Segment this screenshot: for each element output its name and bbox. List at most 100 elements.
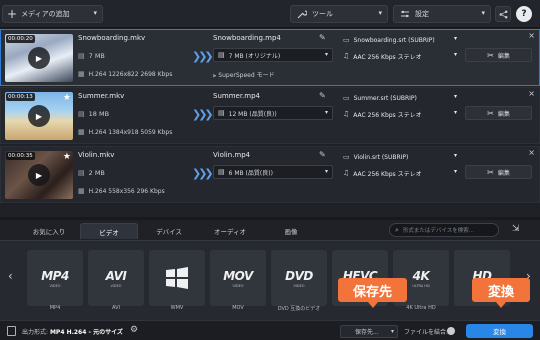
play-icon[interactable]: ▶ [28,164,50,186]
star-icon[interactable]: ★ [63,93,71,103]
format-logo-text: MOV [223,268,253,283]
edit-button[interactable]: ✂ 編集 [465,48,532,62]
save-to-button[interactable]: 保存先... ▾ [340,325,398,338]
chevron-down-icon: ▾ [324,51,328,58]
source-info: ▦ H.264 1384x918 5059 Kbps [78,128,172,136]
chevron-down-icon: ▾ [378,9,382,17]
format-logo-sub: VIDEO [293,283,305,288]
format-logo-text: DVD [285,268,313,283]
audio-icon: ♫ [343,52,350,60]
source-info: ▦ H.264 558x356 296 Kbps [78,187,165,195]
star-icon[interactable]: ★ [63,152,71,162]
output-size-select[interactable]: ▤ 6 MB (品質(良)) ▾ [213,165,333,179]
close-icon[interactable]: × [528,89,535,98]
help-button[interactable]: ? [516,6,532,22]
rename-pencil-icon[interactable]: ✎ [319,33,326,42]
format-tile-wmv[interactable] [149,250,205,306]
output-size-value: 12 MB (品質(良)) [228,110,277,118]
audio-track-select[interactable]: ♫ AAC 256 Kbps ステレオ ▾ [341,49,461,63]
source-filename: Snowboarding.mkv [78,34,146,42]
merge-files-toggle[interactable] [447,327,455,335]
source-info-value: H.264 1226x822 2698 Kbps [88,70,173,78]
chevron-left-icon[interactable]: ‹ [8,269,13,283]
format-tile-mov[interactable]: MOV VIDEO [210,250,266,306]
duration-badge: 00:00:13 [6,93,35,101]
tools-label: ツール [312,10,333,18]
superspeed-text: SuperSpeed モード [218,72,275,79]
video-thumbnail[interactable]: 00:00:13 ★ ▶ [5,92,73,140]
format-logo-sub: ULTRA HD [412,283,430,288]
file-row[interactable]: 00:00:35 ★ ▶ Violin.mkv ▤ 2 MB ▦ H.264 5… [0,146,540,203]
video-thumbnail[interactable]: 00:00:20 ▶ [5,34,73,82]
edit-label: 編集 [497,110,510,118]
close-icon[interactable]: × [528,148,535,157]
video-thumbnail[interactable]: 00:00:35 ★ ▶ [5,151,73,199]
tab-video[interactable]: ビデオ [80,223,138,239]
file-icon: ▤ [78,110,85,118]
subtitle-select[interactable]: ▭ Summer.srt (SUBRIP) ▾ [341,91,461,105]
format-tabs: お気に入り ビデオ デバイス オーディオ 画像 ⌕ 形式またはデバイスを検索..… [0,220,540,240]
output-size-value: 6 MB (品質(良)) [228,169,273,177]
format-search-input[interactable]: ⌕ 形式またはデバイスを検索... [389,223,499,237]
subtitle-icon: ▭ [343,153,350,161]
chevron-down-icon: ▾ [453,93,457,100]
output-size-select[interactable]: ▤ 12 MB (品質(良)) ▾ [213,106,333,120]
convert-arrows-icon: ❯❯❯ [192,167,214,180]
edit-label: 編集 [497,169,510,177]
source-size: ▤ 18 MB [78,110,109,118]
subtitle-value: Snowboarding.srt (SUBRIP) [353,36,435,44]
play-icon[interactable]: ▶ [28,105,50,127]
tab-devices[interactable]: デバイス [140,223,198,239]
search-icon: ⌕ [395,225,399,234]
source-info-value: H.264 1384x918 5059 Kbps [88,128,173,136]
add-media-label: メディアの追加 [21,10,70,18]
audio-value: AAC 256 Kbps ステレオ [353,53,422,61]
add-media-button[interactable]: + メディアの追加 ▾ [2,5,103,23]
rename-pencil-icon[interactable]: ✎ [319,150,326,159]
scissors-icon: ✂ [487,50,494,60]
file-list: 00:00:20 ▶ Snowboarding.mkv ▤ 7 MB ▦ H.2… [0,29,540,217]
format-caption: MOV [232,305,244,311]
chevron-down-icon: ▾ [453,51,457,58]
subtitle-select[interactable]: ▭ Snowboarding.srt (SUBRIP) ▾ [341,33,461,47]
format-logo-text: MP4 [41,268,69,283]
file-row[interactable]: 00:00:20 ▶ Snowboarding.mkv ▤ 7 MB ▦ H.2… [0,29,540,86]
subtitle-select[interactable]: ▭ Violin.srt (SUBRIP) ▾ [341,150,461,164]
duration-badge: 00:00:20 [6,35,35,43]
share-button[interactable] [495,6,511,22]
output-filename: Snowboarding.mp4 [213,34,281,42]
subtitle-value: Violin.srt (SUBRIP) [353,153,409,161]
audio-track-select[interactable]: ♫ AAC 256 Kbps ステレオ ▾ [341,166,461,180]
format-panel: お気に入り ビデオ デバイス オーディオ 画像 ⌕ 形式またはデバイスを検索..… [0,220,540,340]
format-tile-avi[interactable]: AVI VIDEO [88,250,144,306]
file-row[interactable]: 00:00:13 ★ ▶ Summer.mkv ▤ 18 MB ▦ H.264 … [0,87,540,144]
play-icon[interactable]: ▶ [28,47,50,69]
format-tile-dvd[interactable]: DVD VIDEO [271,250,327,306]
rename-pencil-icon[interactable]: ✎ [319,91,326,100]
gear-icon[interactable]: ⚙ [130,325,138,335]
wrench-icon [297,10,307,19]
close-icon[interactable]: × [528,31,535,40]
format-caption: 4K Ultra HD [406,305,436,311]
tab-audio[interactable]: オーディオ [200,223,260,239]
edit-button[interactable]: ✂ 編集 [465,106,532,120]
tab-images[interactable]: 画像 [262,223,320,239]
output-size-select[interactable]: ▤ 7 MB (オリジナル) ▾ [213,48,333,62]
duration-badge: 00:00:35 [6,152,35,160]
output-format-value: MP4 H.264 - 元のサイズ [49,329,123,336]
audio-track-select[interactable]: ♫ AAC 256 Kbps ステレオ ▾ [341,107,461,121]
chevron-down-icon: ▾ [324,109,328,116]
file-icon: ▤ [78,52,85,60]
file-icon: ▤ [218,168,225,176]
output-format-label[interactable]: 出力形式: MP4 H.264 - 元のサイズ [22,327,123,336]
format-logo-text: 4K [412,268,430,283]
convert-button[interactable]: 変換 [466,324,533,338]
format-tile-mp4[interactable]: MP4 VIDEO [27,250,83,306]
output-filename: Violin.mp4 [213,151,251,159]
settings-dropdown[interactable]: 設定 ▾ [393,5,491,23]
tools-dropdown[interactable]: ツール ▾ [290,5,388,23]
edit-button[interactable]: ✂ 編集 [465,165,532,179]
export-icon[interactable]: ⇲ [512,224,520,234]
tab-favorites[interactable]: お気に入り [20,223,78,239]
output-filename: Summer.mp4 [213,92,261,100]
